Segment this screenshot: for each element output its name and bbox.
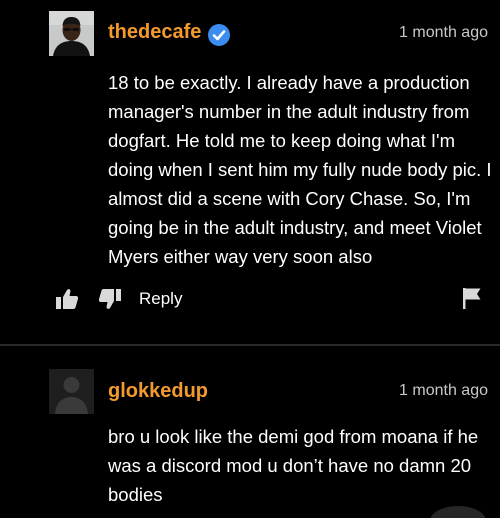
verified-badge-icon: [208, 24, 230, 46]
timestamp: 1 month ago: [399, 24, 488, 41]
default-avatar-icon: [49, 369, 94, 414]
comment-text: bro u look like the demi god from moana …: [108, 426, 479, 505]
flag-icon[interactable]: [461, 286, 483, 310]
comment-glokkedup: glokkedup 1 month ago bro u look like th…: [0, 346, 500, 518]
comment-thedecafe: thedecafe 1 month ago 18 to be exactly. …: [0, 0, 500, 345]
avatar[interactable]: [49, 369, 94, 414]
username[interactable]: glokkedup: [108, 380, 208, 403]
comment-actions: Reply: [54, 286, 484, 312]
comment-text: 18 to be exactly. I already have a produ…: [108, 72, 492, 267]
thumbs-up-icon[interactable]: [54, 286, 80, 312]
reply-button[interactable]: Reply: [139, 289, 182, 309]
username[interactable]: thedecafe: [108, 21, 201, 44]
thumbs-down-icon[interactable]: [97, 286, 123, 312]
user-avatar-photo: [49, 11, 94, 56]
avatar[interactable]: [49, 11, 94, 56]
timestamp: 1 month ago: [399, 382, 488, 399]
